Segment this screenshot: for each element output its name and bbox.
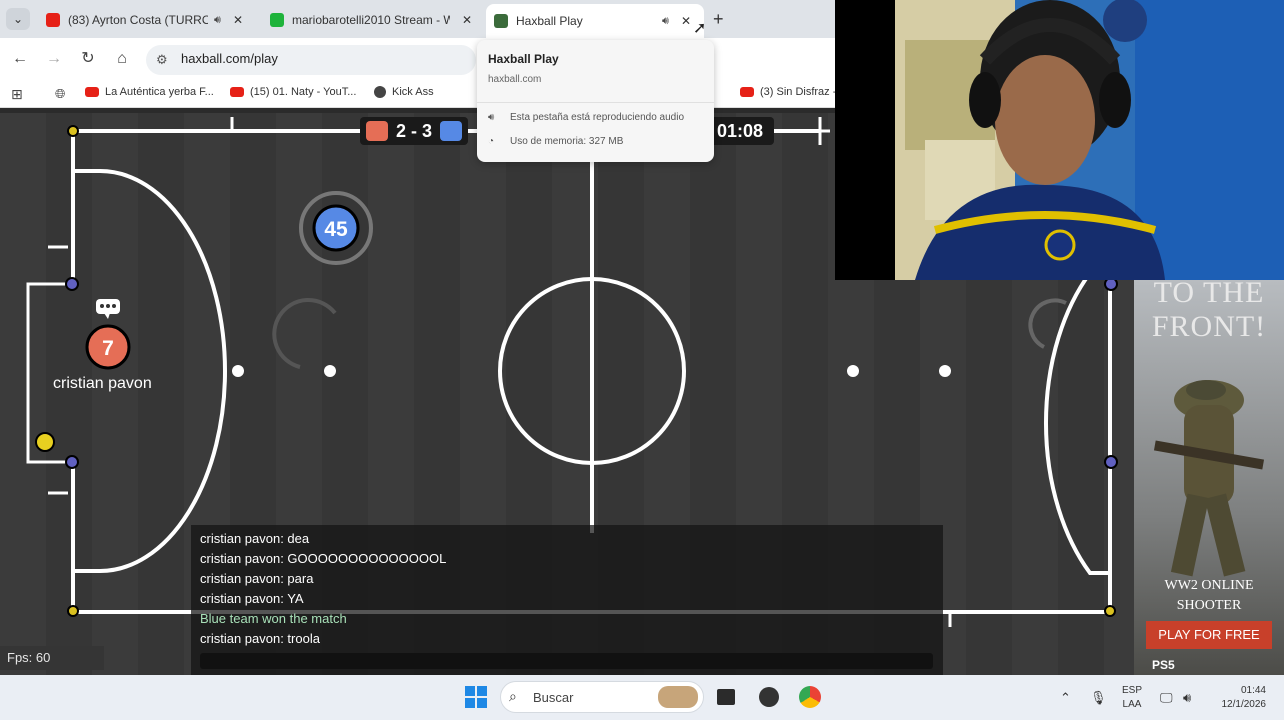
reload-icon[interactable]: ↻ <box>77 48 99 70</box>
platform-label: PS5 <box>1152 658 1175 672</box>
search-icon: ⌕ <box>509 688 517 704</box>
close-icon[interactable]: ✕ <box>681 14 691 28</box>
webcam-overlay <box>835 0 1284 280</box>
tab-title: Haxball Play <box>516 14 583 28</box>
chat-message: cristian pavon: YA <box>200 591 304 606</box>
speaker-icon[interactable]: 🔊︎ <box>214 14 221 27</box>
ad-play-button[interactable]: PLAY FOR FREE <box>1146 621 1272 649</box>
bookmark-naty[interactable]: (15) 01. Naty - YouT... <box>230 86 356 98</box>
memory-icon: ◔ <box>488 136 495 147</box>
audio-note: Esta pestaña está reproduciendo audio <box>510 112 685 123</box>
tab-title: (83) Ayrton Costa (TURROM <box>68 13 208 27</box>
bookmark-sin-disfraz[interactable]: (3) Sin Disfraz - <box>740 86 836 98</box>
memory-note: Uso de memoria: 327 MB <box>510 136 624 147</box>
close-icon[interactable]: ✕ <box>462 13 472 27</box>
chrome-icon[interactable] <box>799 686 821 708</box>
tab-search-dropdown[interactable]: ⌄ <box>6 8 30 30</box>
tray-overflow-icon[interactable]: ⌃ <box>1060 690 1071 706</box>
globe-icon[interactable]: 🌐︎ <box>55 86 65 102</box>
divider <box>477 102 714 103</box>
tab-mariobarotelli-stream[interactable]: mariobarotelli2010 Stream - W ✕ <box>262 6 482 34</box>
tab-haxball-play[interactable]: Haxball Play 🔊︎ ✕ <box>486 4 704 38</box>
match-timer: 01:08 <box>706 117 774 145</box>
speaker-icon: 🔊︎ <box>488 112 495 123</box>
field-dot <box>847 365 859 377</box>
field-dot <box>324 365 336 377</box>
apps-grid-icon[interactable]: ⊞ <box>11 86 23 103</box>
youtube-icon <box>740 87 754 97</box>
clock-date: 12/1/2026 <box>1221 699 1267 710</box>
tab-title: mariobarotelli2010 Stream - W <box>292 13 450 27</box>
mouse-cursor-icon: ➚ <box>693 20 707 37</box>
language-code: ESP <box>1122 685 1143 696</box>
goal-post <box>65 455 79 469</box>
forward-icon[interactable]: → <box>43 48 65 70</box>
ad-subtitle: WW2 ONLINE SHOOTER <box>1164 578 1254 613</box>
bookmark-label: La Auténtica yerba F... <box>105 86 214 98</box>
back-icon[interactable]: ← <box>9 48 31 70</box>
ad-button-label: PLAY FOR FREE <box>1158 627 1260 642</box>
microphone-icon[interactable]: 🎙︎ <box>1090 690 1107 706</box>
field-dot <box>232 365 244 377</box>
fps-counter: Fps: 60 <box>0 646 104 670</box>
corner-post <box>67 605 79 617</box>
bookmark-label: (15) 01. Naty - YouT... <box>250 86 357 98</box>
youtube-icon <box>46 13 60 27</box>
scoreboard: 2 - 3 <box>360 117 469 145</box>
tab-ayrton-costa[interactable]: (83) Ayrton Costa (TURROM 🔊︎ ✕ <box>38 6 258 34</box>
youtube-icon <box>230 87 244 97</box>
speaker-icon[interactable]: 🔊︎ <box>662 15 669 28</box>
chat-message: cristian pavon: troola <box>200 631 320 646</box>
ad-headline: TO THE FRONT! <box>1151 276 1267 343</box>
chat-message: cristian pavon: dea <box>200 531 310 546</box>
site-info-icon[interactable]: ⚙ <box>156 52 168 68</box>
webcam-image <box>835 0 1284 280</box>
language-indicator[interactable]: ESP LAA <box>1122 684 1142 712</box>
volume-icon[interactable]: 🔊︎ <box>1183 690 1191 706</box>
chat-input[interactable] <box>200 653 933 669</box>
url-text[interactable]: haxball.com/play <box>181 51 278 66</box>
blue-team-indicator <box>440 121 463 141</box>
file-explorer-icon[interactable] <box>717 689 735 705</box>
windows-start-icon[interactable] <box>465 686 487 708</box>
globe-icon <box>374 86 386 98</box>
goal-post <box>1104 455 1118 469</box>
blue-player-number: 45 <box>324 218 348 241</box>
haxball-icon <box>494 14 508 28</box>
search-placeholder: Buscar <box>533 690 574 705</box>
hover-card-memory: ◔ Uso de memoria: 327 MB <box>488 136 623 147</box>
bookmark-la-autentica[interactable]: La Auténtica yerba F... <box>85 86 214 98</box>
bookmark-label: Kick Ass <box>392 86 434 98</box>
score-text: 2 - 3 <box>396 120 433 141</box>
bookmark-label: (3) Sin Disfraz - <box>760 86 837 98</box>
system-clock[interactable]: 01:44 12/1/2026 <box>1208 684 1267 712</box>
ps5-logo: PS5 <box>1152 658 1175 672</box>
corner-post <box>1104 605 1116 617</box>
chat-message: cristian pavon: para <box>200 571 314 586</box>
red-player-number: 7 <box>102 337 114 360</box>
field-dot <box>939 365 951 377</box>
home-icon[interactable]: ⌂ <box>111 48 133 70</box>
player-name-label: cristian pavon <box>53 375 152 392</box>
red-team-indicator <box>366 121 388 141</box>
goal-post <box>65 277 79 291</box>
hover-card-domain: haxball.com <box>488 74 542 85</box>
new-tab-button[interactable]: + <box>713 9 724 30</box>
search-highlight-image <box>658 686 698 708</box>
clock-time: 01:44 <box>1240 685 1266 696</box>
keyboard-layout: LAA <box>1122 699 1142 710</box>
close-icon[interactable]: ✕ <box>233 13 243 27</box>
hover-card-title: Haxball Play <box>488 52 559 66</box>
bookmark-kick-ass[interactable]: Kick Ass <box>374 86 434 98</box>
kick-icon <box>270 13 284 27</box>
chat-log: cristian pavon: dea cristian pavon: GOOO… <box>200 529 446 649</box>
hover-card-audio: 🔊︎ Esta pestaña está reproduciendo audio <box>488 112 684 123</box>
ball <box>35 432 55 452</box>
corner-post <box>67 125 79 137</box>
app-icon[interactable] <box>759 687 779 707</box>
network-icon[interactable]: 🖵︎ <box>1160 690 1173 706</box>
system-message: Blue team won the match <box>200 611 347 626</box>
chat-message: cristian pavon: GOOOOOOOOOOOOOOL <box>200 551 447 566</box>
youtube-icon <box>85 87 99 97</box>
